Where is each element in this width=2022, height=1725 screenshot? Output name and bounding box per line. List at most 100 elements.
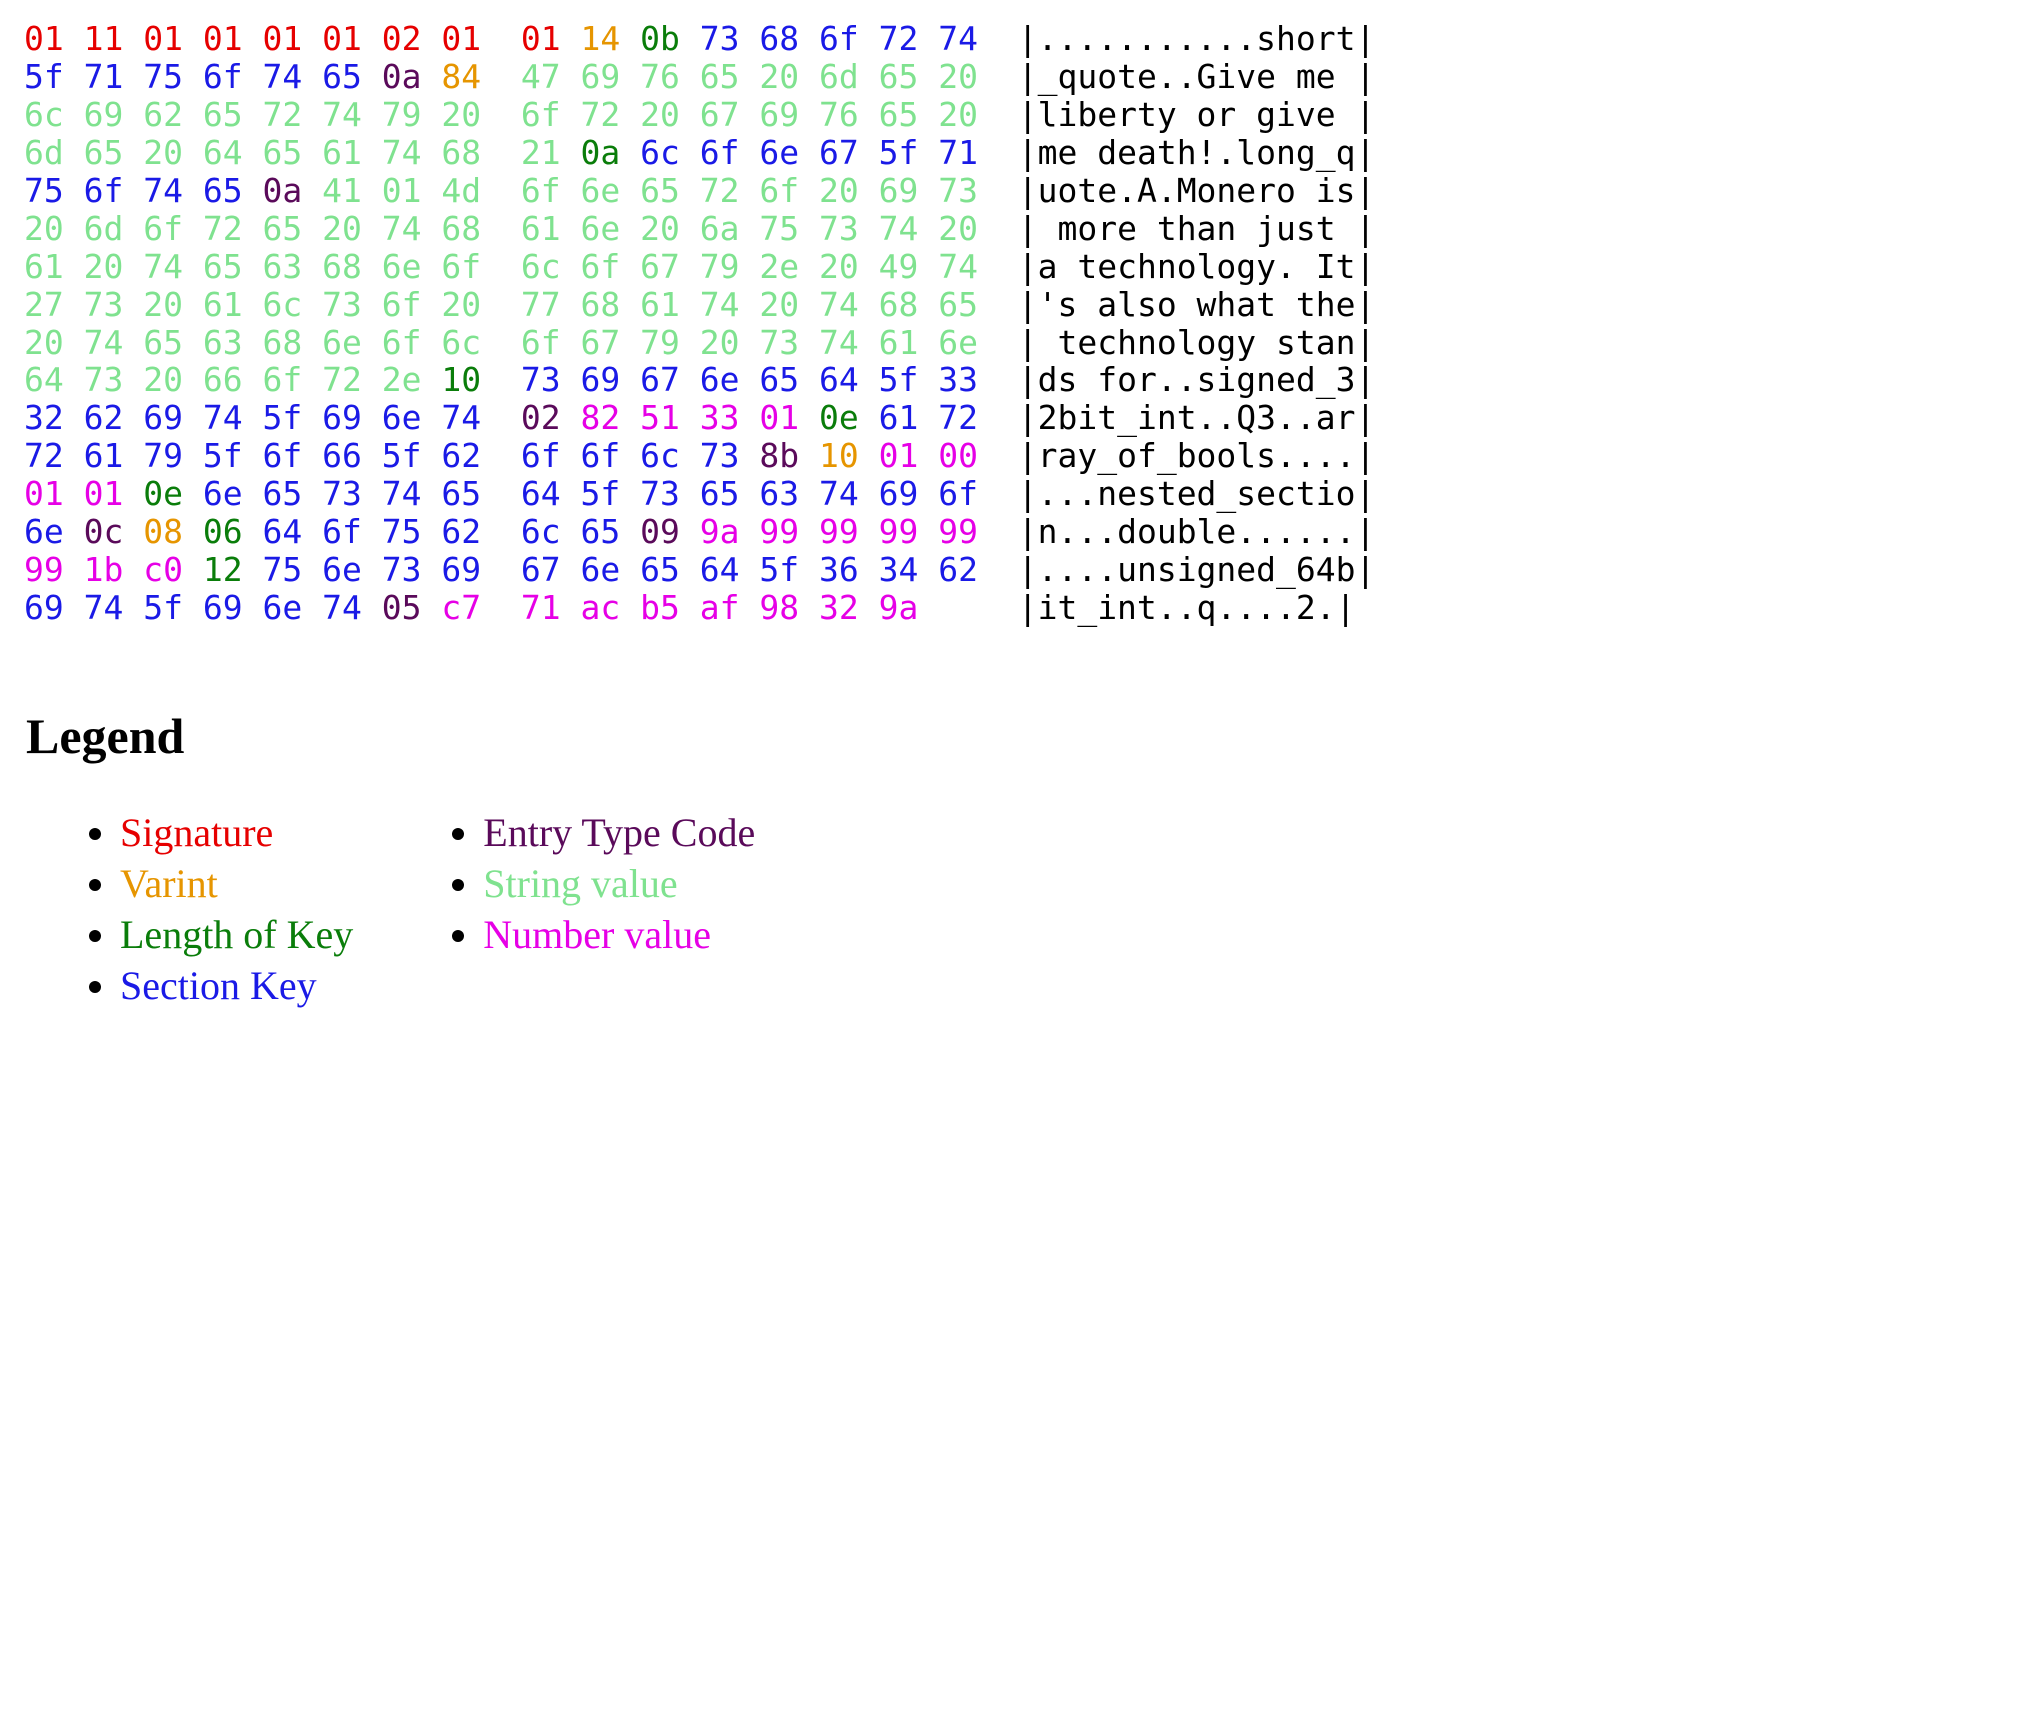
hex-byte: 1b [84,550,124,589]
hex-byte: 20 [819,247,859,286]
hex-byte: 98 [759,588,799,627]
ascii-col: |ray_of_bools....| [1018,436,1376,475]
hex-byte: 47 [521,57,561,96]
hex-byte: 0e [819,398,859,437]
hex-byte: 6f [203,57,243,96]
ascii-col: |...........short| [1018,19,1376,58]
legend-label: Length of Key [120,912,353,957]
hex-byte: 0a [382,57,422,96]
hex-byte: 6c [640,133,680,172]
hex-byte: 72 [938,398,978,437]
legend-item: Signature [120,809,353,856]
hex-byte: 74 [84,588,124,627]
hex-byte: 5f [24,57,64,96]
hex-byte: 73 [84,360,124,399]
hex-row: 32 62 69 74 5f 69 6e 74 02 82 51 33 01 0… [24,399,2002,437]
hex-byte: 69 [581,57,621,96]
hex-byte: 73 [700,19,740,58]
hex-byte: 6f [700,133,740,172]
hex-byte: 20 [640,209,680,248]
hex-byte: 20 [938,95,978,134]
hex-byte: 6c [521,512,561,551]
hex-byte: 20 [819,171,859,210]
legend-label: Signature [120,810,273,855]
hex-byte: 74 [441,398,481,437]
hex-byte: 6f [521,171,561,210]
hex-byte: 12 [203,550,243,589]
hex-byte: 75 [143,57,183,96]
hex-row: 72 61 79 5f 6f 66 5f 62 6f 6f 6c 73 8b 1… [24,437,2002,475]
hex-byte: 02 [382,19,422,58]
hex-byte: 01 [382,171,422,210]
hex-byte: 63 [203,323,243,362]
hex-byte: 73 [819,209,859,248]
hex-byte: 74 [143,171,183,210]
hex-byte: 84 [441,57,481,96]
hex-byte: 71 [521,588,561,627]
hex-byte: ac [581,588,621,627]
hex-byte: 01 [203,19,243,58]
hex-byte: 6f [84,171,124,210]
hex-byte: 61 [640,285,680,324]
hex-byte: 33 [938,360,978,399]
hex-byte: 72 [322,360,362,399]
hex-byte: 99 [759,512,799,551]
hex-byte: 68 [441,133,481,172]
hex-byte: 71 [938,133,978,172]
hex-byte: 5f [143,588,183,627]
hex-byte: 99 [938,512,978,551]
hex-byte: 6a [700,209,740,248]
hex-byte: 6e [382,247,422,286]
hex-byte: 01 [24,474,64,513]
ascii-col: |'s also what the| [1018,285,1376,324]
hex-byte: 99 [879,512,919,551]
hex-byte: 9a [700,512,740,551]
legend-item: Length of Key [120,911,353,958]
hex-byte: 5f [879,360,919,399]
hex-byte: 5f [581,474,621,513]
hex-byte: 62 [441,436,481,475]
hex-byte: 79 [700,247,740,286]
hex-byte: 74 [819,285,859,324]
hex-byte: 64 [521,474,561,513]
hex-byte: 73 [700,436,740,475]
hex-row: 5f 71 75 6f 74 65 0a 84 47 69 76 65 20 6… [24,58,2002,96]
hex-byte: 6e [938,323,978,362]
hex-byte: 6c [521,247,561,286]
hex-byte: 01 [759,398,799,437]
hex-byte: 6f [143,209,183,248]
hex-byte: 6f [581,247,621,286]
hex-byte: 73 [84,285,124,324]
hex-byte: 6c [441,323,481,362]
hex-byte: 69 [879,474,919,513]
hex-byte: 63 [759,474,799,513]
hex-byte: 67 [700,95,740,134]
hex-byte: 6f [521,323,561,362]
hex-byte: 74 [700,285,740,324]
hex-byte: 65 [84,133,124,172]
hex-byte: 65 [581,512,621,551]
hex-byte: 6f [263,360,303,399]
hex-byte: 20 [441,285,481,324]
hex-byte: 66 [322,436,362,475]
hex-byte: 72 [24,436,64,475]
hex-byte: 05 [382,588,422,627]
hex-byte: 79 [640,323,680,362]
hex-byte: 6c [24,95,64,134]
hex-byte: 67 [581,323,621,362]
hex-byte: 34 [879,550,919,589]
hex-byte: 6c [263,285,303,324]
hex-byte: 32 [24,398,64,437]
hex-byte: 64 [819,360,859,399]
hex-byte: 5f [203,436,243,475]
legend-label: Varint [120,861,218,906]
hex-byte: 2e [382,360,422,399]
hex-byte: 6f [938,474,978,513]
hex-byte: 73 [938,171,978,210]
ascii-col: |liberty or give | [1018,95,1376,134]
hex-byte: 20 [322,209,362,248]
hex-byte: 79 [382,95,422,134]
hex-row: 61 20 74 65 63 68 6e 6f 6c 6f 67 79 2e 2… [24,248,2002,286]
hex-byte: 76 [640,57,680,96]
hex-byte: 74 [322,95,362,134]
